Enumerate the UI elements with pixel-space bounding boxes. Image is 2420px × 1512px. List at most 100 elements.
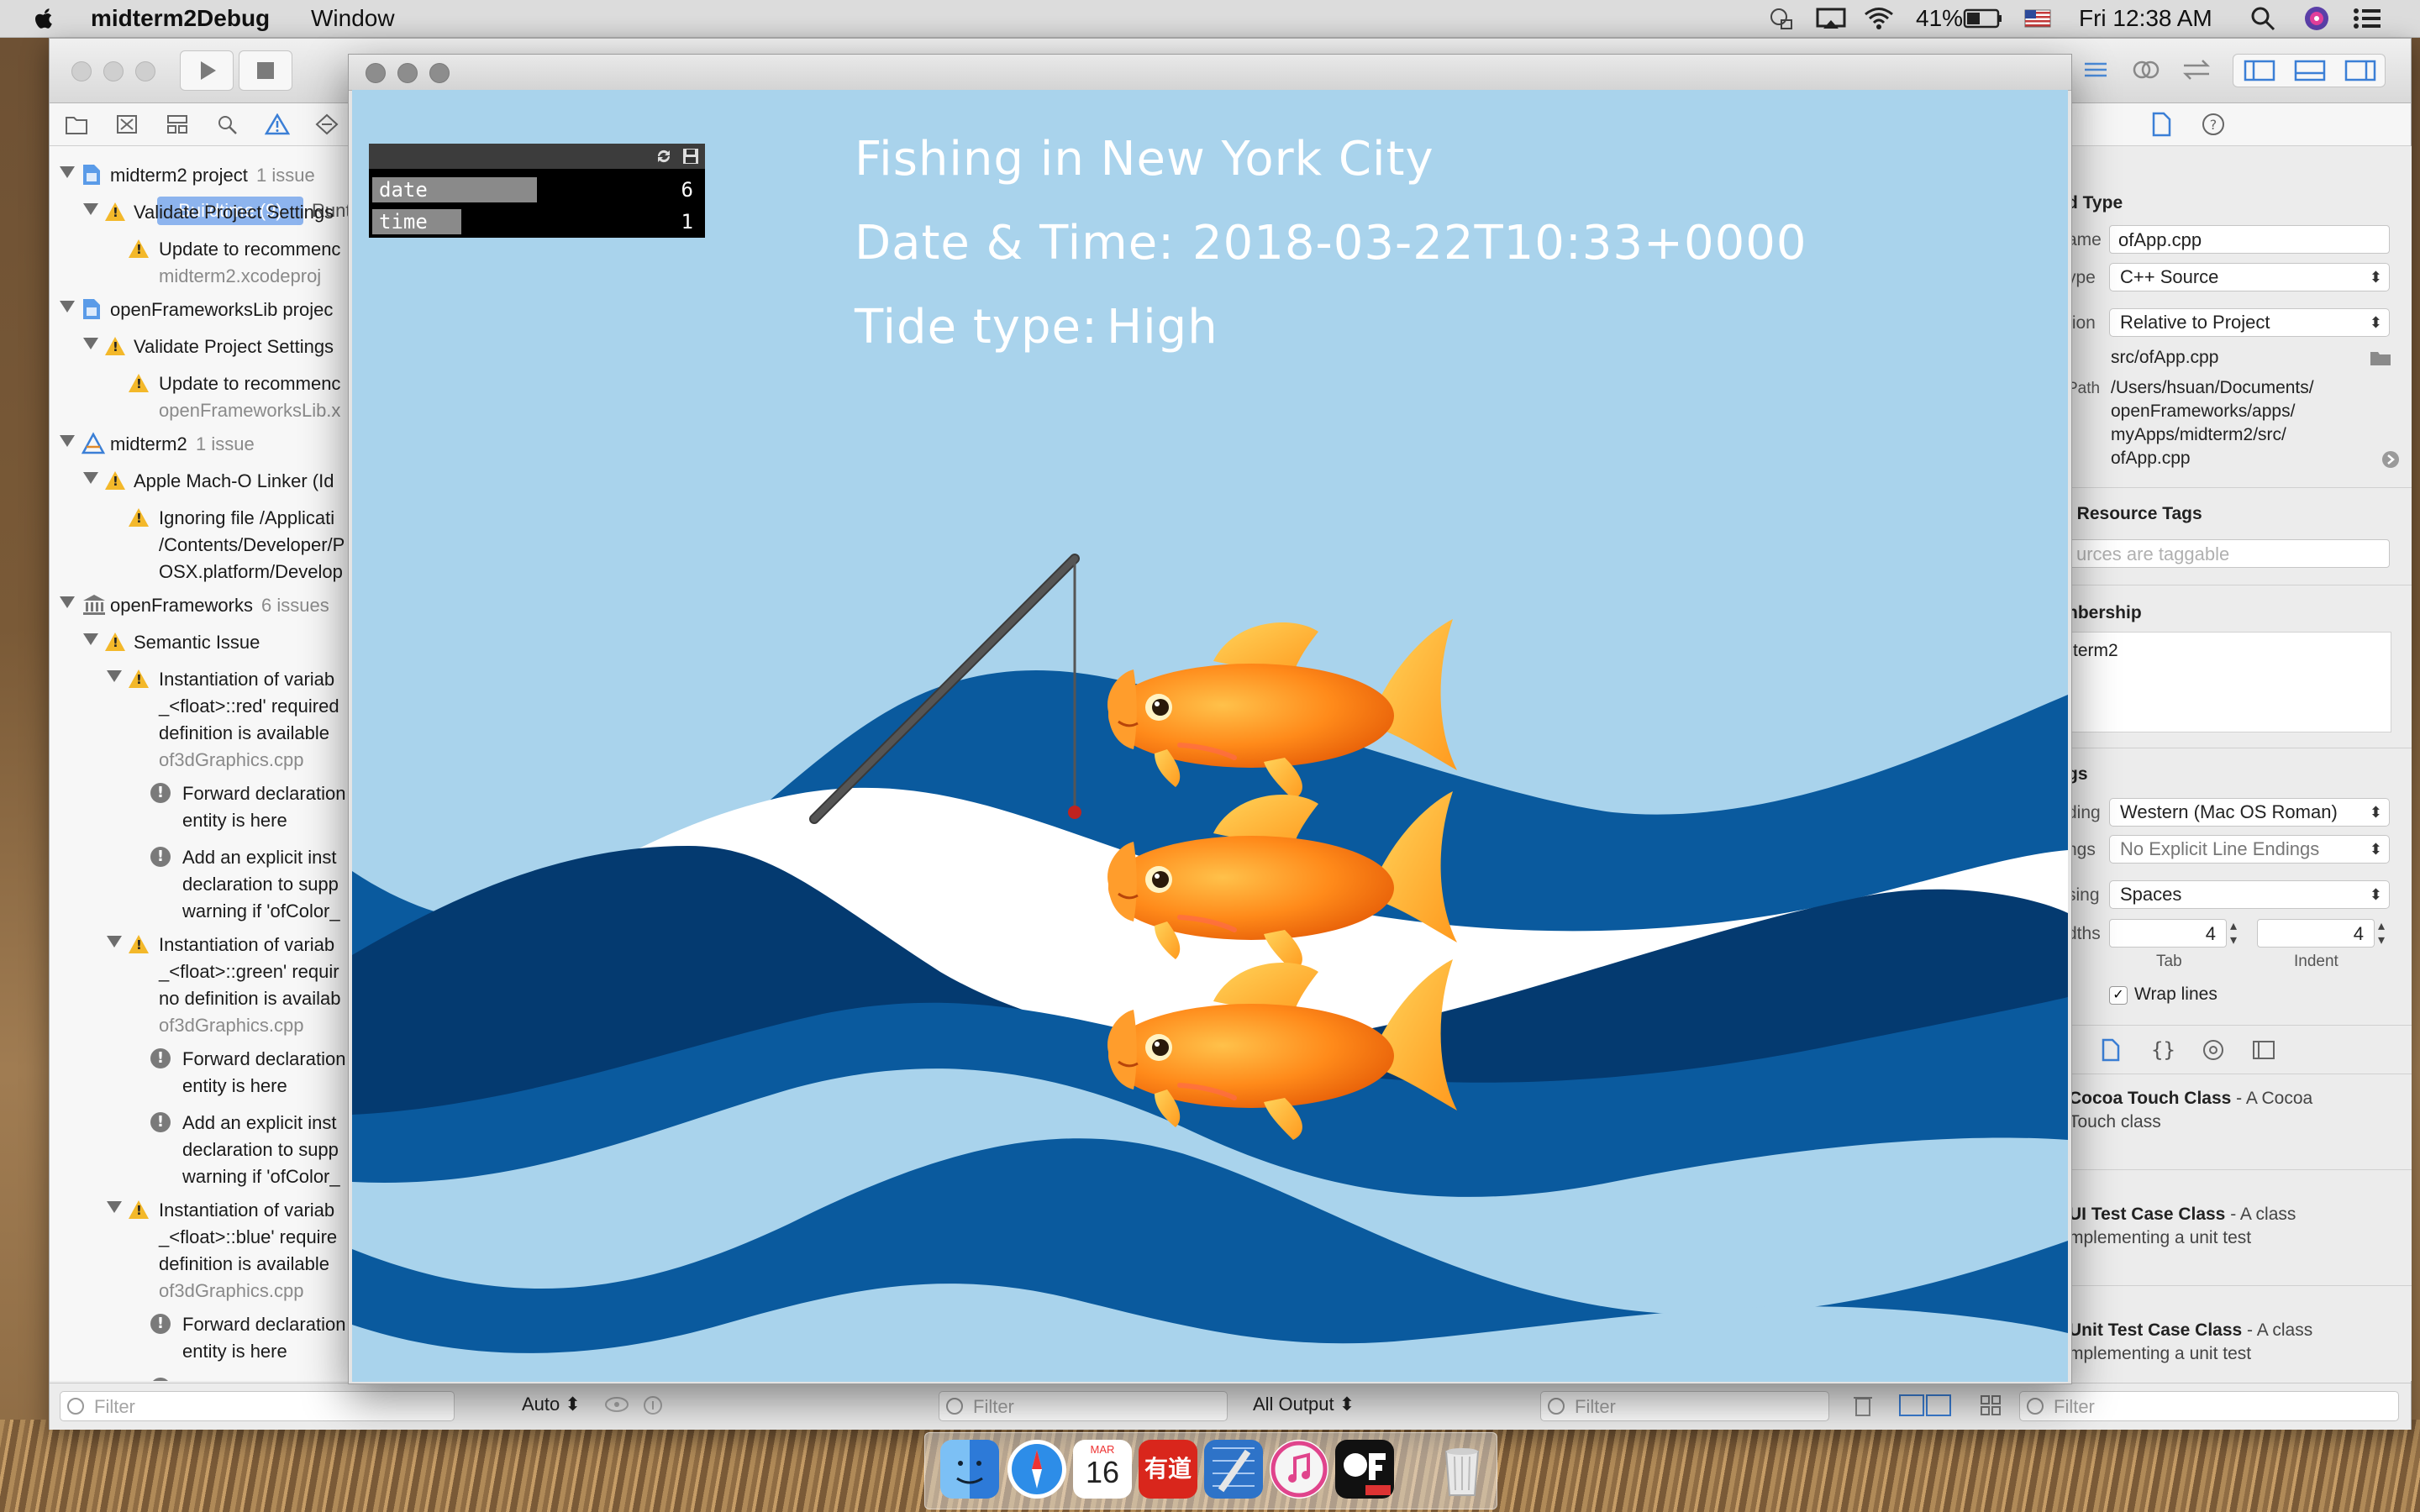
- console-output-select[interactable]: All Output ⬍: [1253, 1394, 1355, 1415]
- user-status-icon[interactable]: [1766, 0, 1795, 37]
- date-slider[interactable]: date 6: [372, 176, 702, 204]
- print-description-icon[interactable]: [643, 1395, 663, 1415]
- template-item[interactable]: UI Test Case Class - A class mplementing …: [2067, 1205, 2412, 1297]
- menubar-clock[interactable]: Fri 12:38 AM: [2079, 0, 2212, 37]
- calendar-icon[interactable]: MAR 16: [1073, 1440, 1132, 1499]
- app-zoom-button[interactable]: [429, 63, 450, 83]
- stop-button[interactable]: [239, 50, 292, 91]
- symbol-navigator-icon[interactable]: [166, 113, 189, 135]
- disclosure-triangle-icon[interactable]: [60, 596, 75, 608]
- object-library-icon[interactable]: [2202, 1038, 2225, 1062]
- siri-icon[interactable]: [2302, 0, 2331, 37]
- finder-icon[interactable]: [940, 1440, 999, 1499]
- issue-navigator-icon[interactable]: [265, 113, 290, 135]
- disclosure-triangle-icon[interactable]: [83, 633, 98, 645]
- variables-view-scope-select[interactable]: Auto ⬍: [522, 1394, 581, 1415]
- safari-icon[interactable]: [1007, 1440, 1066, 1499]
- location-select[interactable]: Relative to Project ⬍: [2109, 308, 2390, 337]
- notification-center-icon[interactable]: [2351, 0, 2383, 37]
- file-template-library-icon[interactable]: [2101, 1038, 2121, 1062]
- spotlight-search-icon[interactable]: [2249, 0, 2277, 37]
- disclosure-triangle-icon[interactable]: [83, 338, 98, 349]
- openframeworks-debug-app-icon[interactable]: [1335, 1440, 1394, 1499]
- test-navigator-icon[interactable]: [315, 113, 339, 135]
- itunes-icon[interactable]: [1270, 1440, 1328, 1499]
- file-name-field[interactable]: ofApp.cpp: [2109, 225, 2390, 254]
- dock: MAR 16 有道: [924, 1432, 1497, 1509]
- disclosure-triangle-icon[interactable]: [83, 203, 98, 215]
- apple-menu-icon[interactable]: [32, 0, 55, 37]
- battery-icon[interactable]: [1963, 0, 2003, 37]
- indent-width-stepper[interactable]: ▴ ▾: [2378, 919, 2385, 948]
- xcode-app-icon[interactable]: [1204, 1440, 1263, 1499]
- target-membership-list: term2: [2067, 632, 2391, 732]
- time-slider[interactable]: time 1: [372, 207, 702, 236]
- run-button[interactable]: [180, 50, 234, 91]
- target-membership-item[interactable]: term2: [2073, 641, 2118, 661]
- media-library-icon[interactable]: [2252, 1040, 2275, 1060]
- version-editor-icon[interactable]: [2175, 50, 2217, 89]
- tab-width-field[interactable]: 4: [2109, 919, 2227, 948]
- standard-editor-icon[interactable]: [2075, 50, 2117, 89]
- template-item[interactable]: Cocoa Touch Class - A Cocoa Touch class: [2067, 1089, 2412, 1181]
- reveal-arrow-icon[interactable]: [2381, 450, 2400, 469]
- template-title: Cocoa Touch Class: [2069, 1089, 2232, 1108]
- file-inspector-icon[interactable]: [2150, 112, 2172, 137]
- gui-panel-header[interactable]: [369, 144, 705, 169]
- split-console-icon[interactable]: [1898, 1394, 1952, 1417]
- tab-width-stepper[interactable]: ▴ ▾: [2230, 919, 2237, 948]
- tags-field[interactable]: urces are taggable: [2067, 539, 2390, 568]
- filter-icon: [946, 1398, 963, 1415]
- disclosure-triangle-icon[interactable]: [107, 670, 122, 682]
- app-close-button[interactable]: [366, 63, 386, 83]
- full-path-line-3: myApps/midterm2/src/: [2111, 425, 2286, 444]
- disclosure-triangle-icon[interactable]: [83, 472, 98, 484]
- line-endings-select[interactable]: No Explicit Line Endings ⬍: [2109, 835, 2390, 864]
- calendar-month: MAR: [1090, 1443, 1115, 1456]
- disclosure-triangle-icon[interactable]: [107, 936, 122, 948]
- trash-dock-icon[interactable]: [1433, 1440, 1491, 1499]
- menu-window[interactable]: Window: [311, 0, 395, 37]
- app-minimize-button[interactable]: [397, 63, 418, 83]
- folder-icon[interactable]: [2370, 349, 2391, 366]
- wrap-lines-label: Wrap lines: [2134, 984, 2217, 1004]
- scene-title: Fishing in New York City: [855, 132, 1434, 186]
- quick-help-icon[interactable]: ?: [2201, 112, 2226, 137]
- source-control-navigator-icon[interactable]: [115, 113, 139, 135]
- trash-icon[interactable]: [1851, 1392, 1875, 1419]
- resource-tags-heading: l Resource Tags: [2067, 504, 2202, 523]
- xcode-close-button[interactable]: [71, 61, 92, 81]
- template-item[interactable]: Unit Test Case Class - A class mplementin…: [2067, 1320, 2403, 1381]
- project-navigator-icon[interactable]: [65, 113, 88, 135]
- xcode-minimize-button[interactable]: [103, 61, 124, 81]
- grid-view-icon[interactable]: [1979, 1394, 2002, 1417]
- disclosure-triangle-icon[interactable]: [60, 301, 75, 312]
- wifi-icon[interactable]: [1862, 0, 1896, 37]
- warning-icon: [105, 202, 125, 221]
- disclosure-triangle-icon[interactable]: [60, 435, 75, 447]
- gui-save-icon[interactable]: [681, 147, 700, 165]
- issue-count: 1 issue: [256, 165, 315, 186]
- wrap-lines-checkbox[interactable]: ✓: [2109, 986, 2128, 1005]
- gui-reload-icon[interactable]: [655, 147, 673, 165]
- navigator-filter-input[interactable]: Filter: [60, 1391, 455, 1421]
- library-filter-input[interactable]: Filter: [2019, 1391, 2399, 1421]
- xcode-zoom-button[interactable]: [135, 61, 155, 81]
- variables-filter-input[interactable]: Filter: [939, 1391, 1228, 1421]
- us-flag-input-icon[interactable]: [2023, 0, 2052, 37]
- disclosure-triangle-icon[interactable]: [60, 166, 75, 178]
- text-encoding-select[interactable]: Western (Mac OS Roman) ⬍: [2109, 798, 2390, 827]
- assistant-editor-icon[interactable]: [2125, 50, 2167, 89]
- find-navigator-icon[interactable]: [216, 113, 239, 135]
- disclosure-triangle-icon[interactable]: [107, 1201, 122, 1213]
- youdao-dictionary-icon[interactable]: 有道: [1139, 1440, 1197, 1499]
- file-type-select[interactable]: C++ Source ⬍: [2109, 263, 2390, 291]
- indent-width-field[interactable]: 4: [2257, 919, 2375, 948]
- app-menu-name[interactable]: midterm2Debug: [91, 0, 270, 37]
- console-filter-input[interactable]: Filter: [1540, 1391, 1829, 1421]
- code-snippet-library-icon[interactable]: {}: [2151, 1038, 2175, 1062]
- indent-using-select[interactable]: Spaces ⬍: [2109, 880, 2390, 909]
- issue-row-text: declaration to supp: [182, 874, 339, 895]
- quick-look-eye-icon[interactable]: [604, 1395, 629, 1414]
- airplay-icon[interactable]: [1815, 0, 1847, 37]
